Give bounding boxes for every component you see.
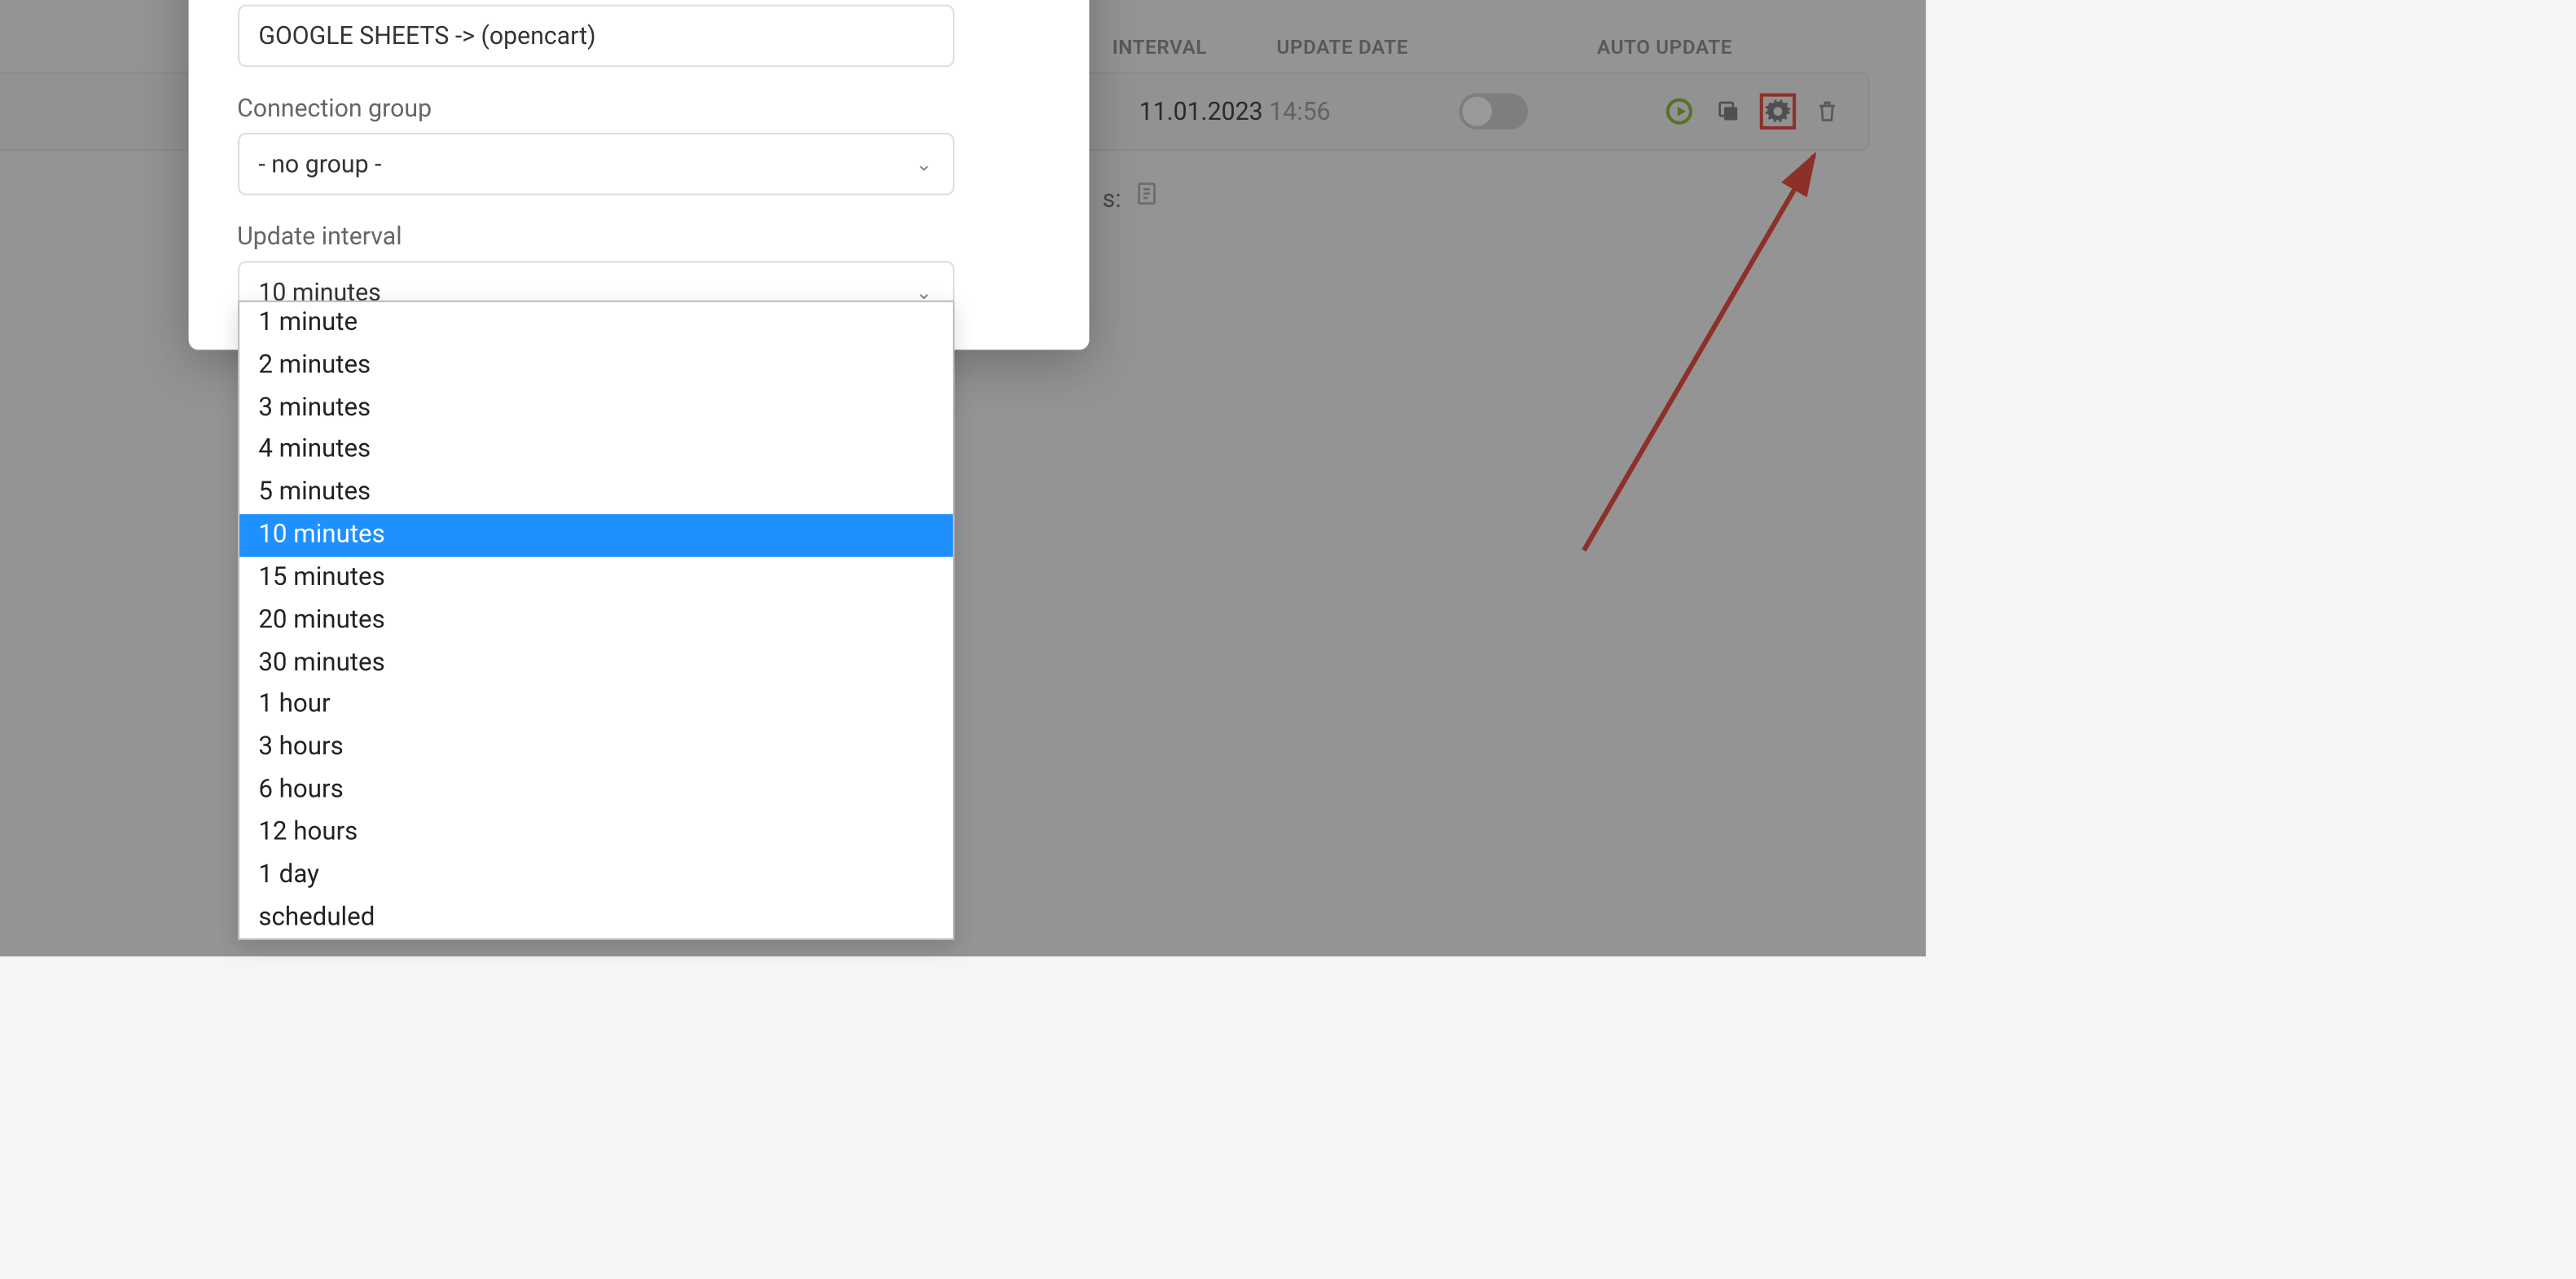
interval-option[interactable]: 2 minutes xyxy=(239,345,952,387)
interval-option[interactable]: 1 day xyxy=(239,854,952,896)
chevron-down-icon: ⌄ xyxy=(915,152,932,175)
interval-option[interactable]: 3 minutes xyxy=(239,387,952,429)
connection-setup-modal: ✕ Connection setup Connection name Conne… xyxy=(188,0,1089,349)
interval-options-list: 1 minute2 minutes3 minutes4 minutes5 min… xyxy=(237,301,954,941)
interval-option[interactable]: 30 minutes xyxy=(239,642,952,684)
connection-group-select[interactable]: - no group - ⌄ xyxy=(237,133,954,196)
interval-option[interactable]: scheduled xyxy=(239,897,952,939)
interval-option[interactable]: 10 minutes xyxy=(239,514,952,556)
interval-option[interactable]: 4 minutes xyxy=(239,429,952,472)
connection-name-input[interactable] xyxy=(237,5,954,68)
interval-option[interactable]: 20 minutes xyxy=(239,600,952,642)
interval-option[interactable]: 1 hour xyxy=(239,684,952,727)
interval-label: Update interval xyxy=(237,222,1039,251)
modal-overlay: ✕ Connection setup Connection name Conne… xyxy=(0,0,1926,956)
interval-option[interactable]: 6 hours xyxy=(239,769,952,811)
interval-option[interactable]: 12 hours xyxy=(239,811,952,854)
interval-option[interactable]: 1 minute xyxy=(239,302,952,345)
interval-option[interactable]: 5 minutes xyxy=(239,472,952,514)
group-label: Connection group xyxy=(237,94,1039,123)
interval-option[interactable]: 15 minutes xyxy=(239,557,952,600)
interval-option[interactable]: 3 hours xyxy=(239,727,952,769)
